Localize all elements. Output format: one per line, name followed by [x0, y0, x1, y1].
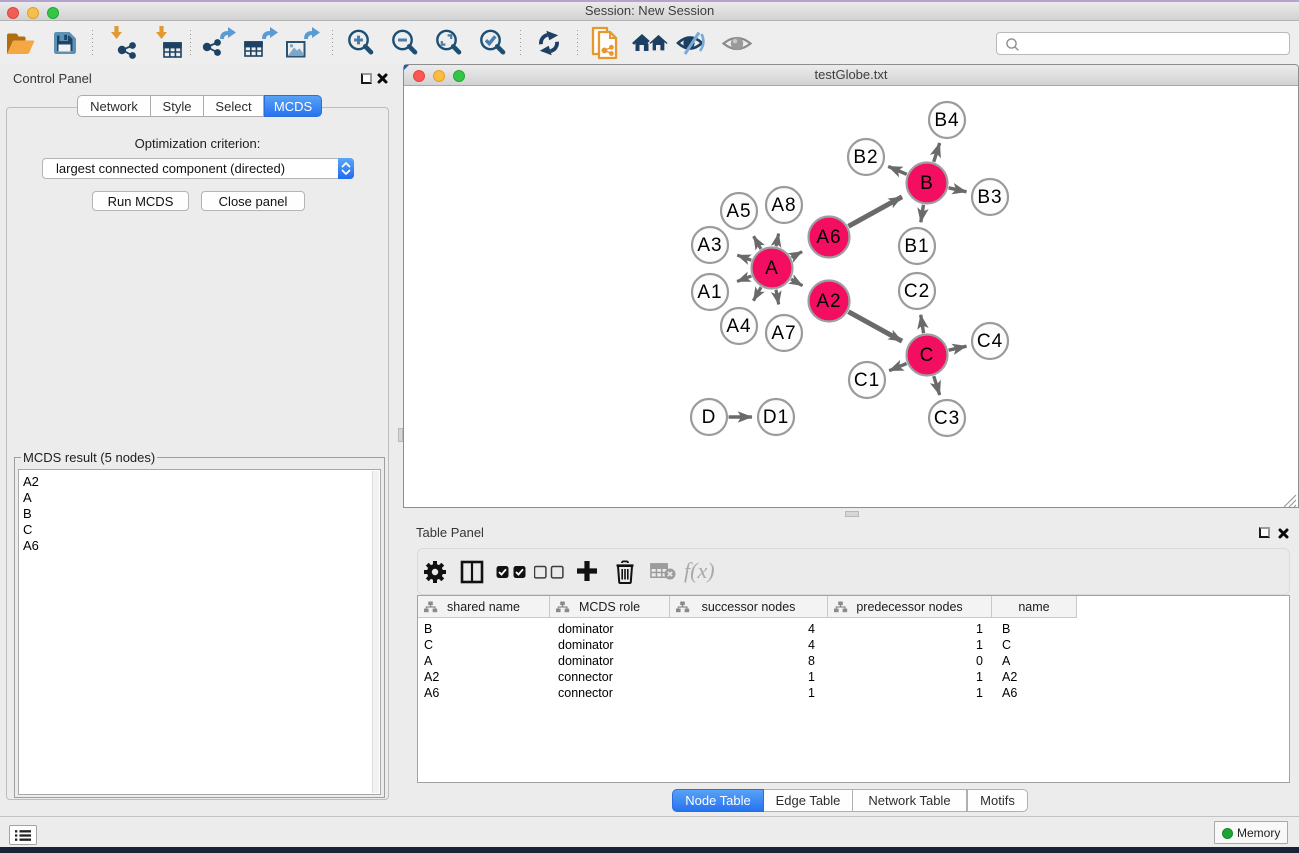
- svg-text:A7: A7: [771, 323, 796, 344]
- svg-text:D: D: [702, 407, 717, 428]
- svg-text:D1: D1: [763, 407, 789, 428]
- svg-text:A4: A4: [726, 316, 751, 337]
- svg-text:A2: A2: [816, 291, 841, 312]
- svg-text:C3: C3: [934, 408, 960, 429]
- svg-text:C4: C4: [977, 331, 1003, 352]
- svg-text:B1: B1: [904, 236, 929, 257]
- svg-text:A: A: [765, 258, 779, 279]
- svg-text:C1: C1: [854, 370, 880, 391]
- svg-text:B3: B3: [977, 187, 1002, 208]
- svg-text:B4: B4: [934, 110, 959, 131]
- svg-text:A6: A6: [816, 227, 841, 248]
- svg-text:A5: A5: [726, 201, 751, 222]
- svg-text:A8: A8: [771, 195, 796, 216]
- svg-text:A1: A1: [697, 282, 722, 303]
- svg-text:C: C: [920, 345, 935, 366]
- svg-text:B: B: [920, 173, 934, 194]
- svg-text:C2: C2: [904, 281, 930, 302]
- svg-text:A3: A3: [697, 235, 722, 256]
- svg-text:B2: B2: [853, 147, 878, 168]
